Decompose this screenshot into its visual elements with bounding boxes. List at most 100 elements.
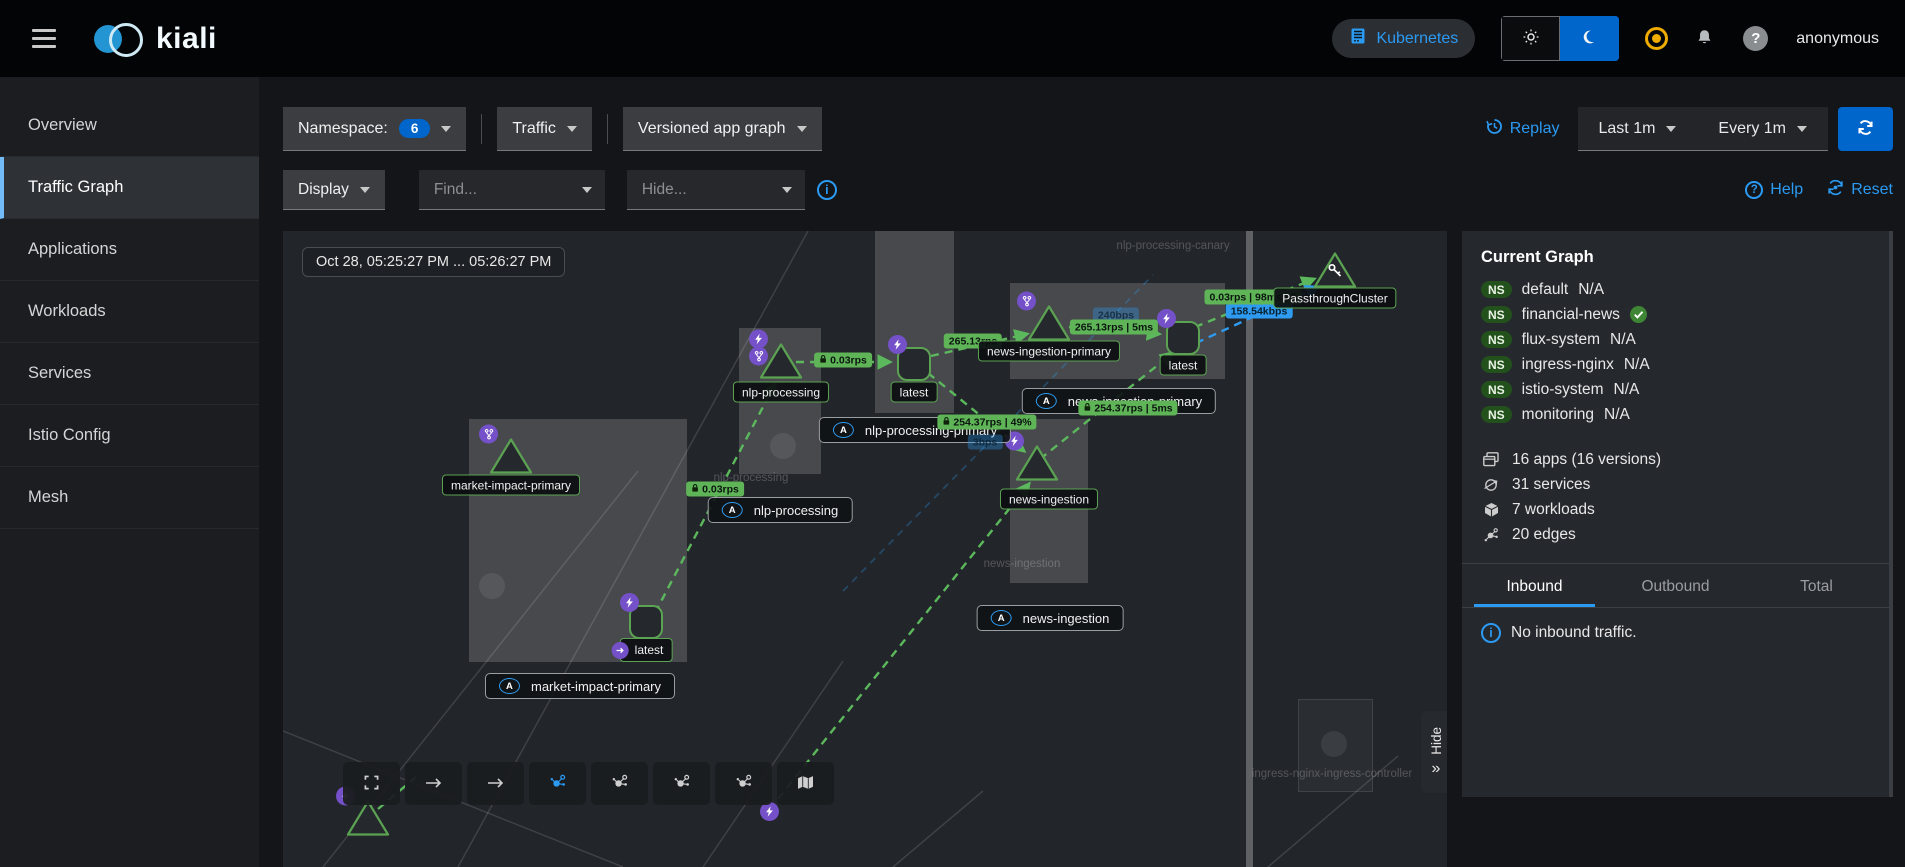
display-dropdown[interactable]: Display xyxy=(283,170,385,210)
version-label-latest[interactable]: latest xyxy=(890,381,938,403)
node-latest[interactable] xyxy=(1157,309,1200,355)
sidebar-item-label: Applications xyxy=(28,240,117,258)
namespace-row[interactable]: NS flux-system N/A xyxy=(1462,327,1889,352)
username[interactable]: anonymous xyxy=(1796,30,1879,48)
no-traffic-message: i No inbound traffic. xyxy=(1462,608,1889,658)
refresh-interval-value: Every 1m xyxy=(1718,119,1786,137)
hide-input[interactable] xyxy=(639,179,774,200)
graph-toolbar-row1: Namespace: 6 Traffic Versioned app graph xyxy=(283,107,822,151)
version-label-latest[interactable]: latest xyxy=(1159,354,1207,376)
traffic-dropdown[interactable]: Traffic xyxy=(497,107,592,151)
version-label-latest[interactable]: latest xyxy=(611,638,673,662)
namespace-row[interactable]: NS monitoring N/A xyxy=(1462,402,1889,427)
namespace-row[interactable]: NS financial-news xyxy=(1462,302,1889,327)
chevron-down-icon[interactable] xyxy=(781,186,792,193)
time-range-chip: Oct 28, 05:25:27 PM ... 05:26:27 PM xyxy=(302,247,566,277)
arrow-right-button[interactable] xyxy=(405,762,462,805)
namespace-status: N/A xyxy=(1610,330,1636,348)
istio-status-icon[interactable] xyxy=(1645,27,1669,50)
hide-box xyxy=(626,170,805,210)
bell-icon xyxy=(1696,29,1713,49)
node-partial[interactable] xyxy=(336,786,391,844)
refresh-interval-dropdown[interactable]: Every 1m xyxy=(1697,120,1828,138)
traffic-graph[interactable]: Oct 28, 05:25:27 PM ... 05:26:27 PM Hide… xyxy=(283,231,1447,867)
arrow-right-button[interactable] xyxy=(467,762,524,805)
tab-inbound[interactable]: Inbound xyxy=(1464,564,1605,607)
version-label-news-ingestion[interactable]: news-ingestion xyxy=(999,488,1099,510)
tab-total[interactable]: Total xyxy=(1746,564,1887,607)
app-icon: A xyxy=(990,610,1012,626)
duration-dropdown[interactable]: Last 1m xyxy=(1578,120,1698,138)
graph-toolbar-row2: Display i xyxy=(283,170,837,210)
sidebar-item-istio-config[interactable]: Istio Config xyxy=(0,405,259,467)
stat-services: 31 services xyxy=(1462,472,1889,497)
namespace-row[interactable]: NS ingress-nginx N/A xyxy=(1462,352,1889,377)
tab-outbound[interactable]: Outbound xyxy=(1605,564,1746,607)
hide-panel-button[interactable]: Hide » xyxy=(1421,711,1447,793)
help-menu-button[interactable]: ? xyxy=(1741,24,1770,53)
light-theme-button[interactable] xyxy=(1501,16,1561,61)
graph-layout-button[interactable] xyxy=(529,762,586,805)
edge-traffic-label: 254.37rps | 5ms xyxy=(1078,400,1178,416)
stat-edges: 20 edges xyxy=(1462,522,1889,547)
version-label-news-ingestion-primary[interactable]: news-ingestion-primary xyxy=(977,340,1121,362)
version-label-nlp-processing[interactable]: nlp-processing xyxy=(732,381,830,403)
namespace-name: istio-system xyxy=(1521,380,1604,398)
namespace-name: flux-system xyxy=(1521,330,1601,348)
namespace-name: financial-news xyxy=(1521,305,1620,323)
cluster-badge[interactable]: Kubernetes xyxy=(1332,19,1476,58)
version-label-market-impact-primary[interactable]: market-impact-primary xyxy=(441,474,581,496)
cluster-name: Kubernetes xyxy=(1376,29,1459,47)
top-navbar: kiali Kubernetes ? anonymous xyxy=(0,0,1905,77)
node-latest[interactable] xyxy=(620,593,663,639)
app-label-nlp-processing[interactable]: Anlp-processing xyxy=(707,497,853,523)
find-hide-info-icon[interactable]: i xyxy=(816,180,837,200)
reset-button[interactable]: Reset xyxy=(1827,179,1893,201)
find-input[interactable] xyxy=(431,179,574,200)
graph-help-button[interactable]: ? Help xyxy=(1745,181,1803,199)
find-box xyxy=(418,170,605,210)
minimap-button[interactable] xyxy=(777,762,834,805)
stat-text: 31 services xyxy=(1512,475,1591,493)
sidebar-item-label: Overview xyxy=(28,116,97,134)
mtls-lock-icon xyxy=(691,483,699,495)
refresh-button[interactable] xyxy=(1838,107,1893,151)
sidebar-item-applications[interactable]: Applications xyxy=(0,219,259,281)
notifications-button[interactable] xyxy=(1694,27,1715,51)
app-label-market-impact-primary[interactable]: Amarket-impact-primary xyxy=(484,673,676,699)
graph-layout-2-button[interactable] xyxy=(591,762,648,805)
namespace-dropdown[interactable]: Namespace: 6 xyxy=(283,107,467,151)
namespace-row[interactable]: NS istio-system N/A xyxy=(1462,377,1889,402)
edge-traffic-label: 3bps xyxy=(967,434,1003,450)
node-latest[interactable] xyxy=(888,335,931,381)
sidebar-item-label: Traffic Graph xyxy=(28,178,124,196)
app-icon: A xyxy=(721,502,743,518)
ns-badge: NS xyxy=(1481,331,1512,348)
replay-button[interactable]: Replay xyxy=(1485,118,1560,140)
dark-theme-button[interactable] xyxy=(1560,16,1620,61)
node-news-ingestion[interactable] xyxy=(1005,431,1060,489)
sidebar-item-overview[interactable]: Overview xyxy=(0,95,259,157)
namespace-row[interactable]: NS default N/A xyxy=(1462,277,1889,302)
sidebar-item-mesh[interactable]: Mesh xyxy=(0,467,259,529)
chevron-down-icon xyxy=(1666,125,1677,132)
graph-layout-4-button[interactable] xyxy=(715,762,772,805)
mtls-lock-icon xyxy=(819,354,827,366)
kiali-logo[interactable]: kiali xyxy=(94,21,217,57)
node-nlp-processing[interactable] xyxy=(749,329,804,387)
app-label-news-ingestion[interactable]: Anews-ingestion xyxy=(976,605,1124,631)
workloads-icon xyxy=(1481,502,1501,518)
sidebar-item-services[interactable]: Services xyxy=(0,343,259,405)
menu-toggle-button[interactable] xyxy=(26,23,62,54)
version-label-passthroughcluster[interactable]: PassthroughCluster xyxy=(1273,287,1397,309)
graph-actions: ? Help Reset xyxy=(1745,170,1893,210)
graph-layout-3-button[interactable] xyxy=(653,762,710,805)
sidebar-item-workloads[interactable]: Workloads xyxy=(0,281,259,343)
expand-button[interactable] xyxy=(343,762,400,805)
replay-label: Replay xyxy=(1509,120,1560,137)
graph-type-dropdown[interactable]: Versioned app graph xyxy=(622,107,822,151)
kubernetes-icon xyxy=(1349,27,1367,50)
sidebar-item-traffic-graph[interactable]: Traffic Graph xyxy=(0,157,259,219)
chevron-down-icon[interactable] xyxy=(581,186,592,193)
edges-icon xyxy=(1481,527,1501,543)
